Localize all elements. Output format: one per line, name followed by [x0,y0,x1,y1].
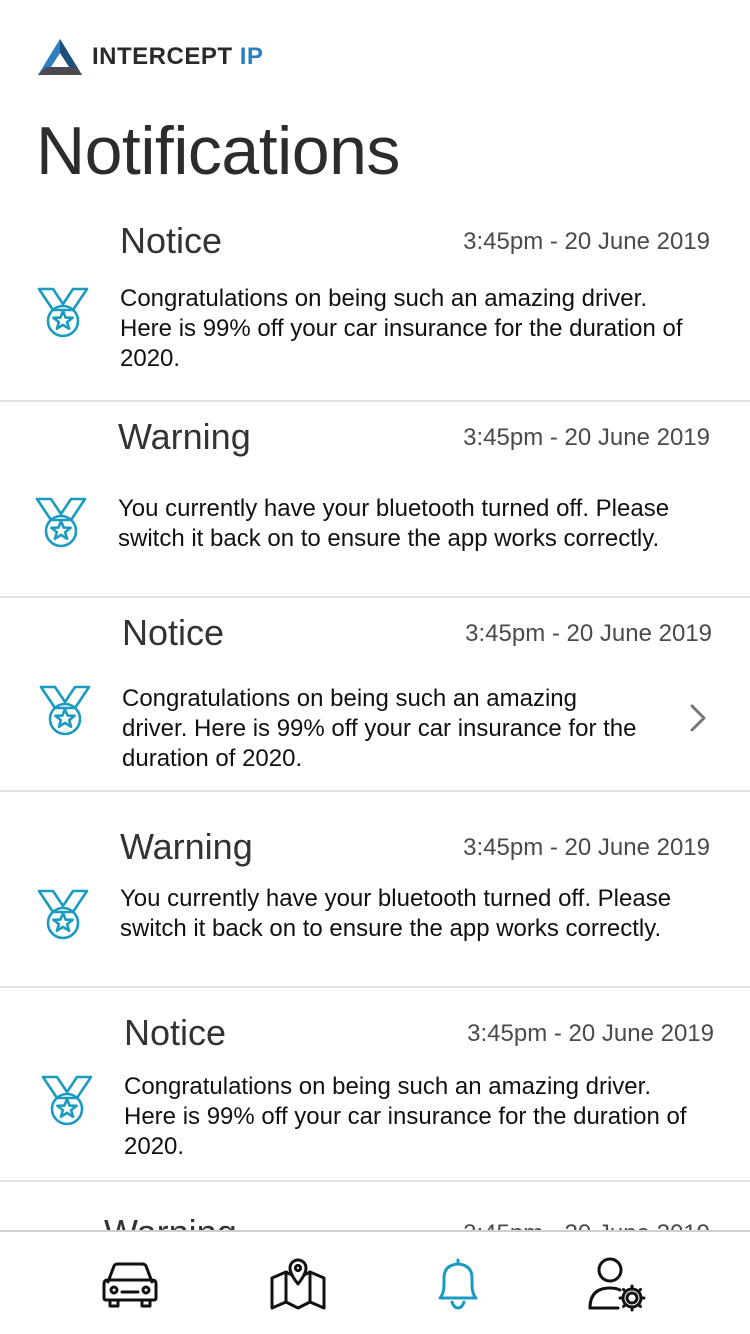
bell-icon [438,1258,478,1310]
bottom-tab-bar [0,1230,750,1334]
medal-icon [34,496,88,550]
user-settings-icon [588,1257,646,1312]
notification-item[interactable]: Warning 3:45pm - 20 June 2019 You curren… [0,402,750,598]
notification-text: Congratulations on being such an amazing… [124,1073,687,1160]
medal-icon [36,286,90,340]
notification-list[interactable]: Notice 3:45pm - 20 June 2019 Congratulat… [0,206,750,1230]
notification-text: Congratulations on being such an amazing… [120,285,683,372]
logo-icon [38,39,82,75]
notification-time: 3:45pm - 20 June 2019 [463,1220,710,1230]
notification-type: Warning [118,416,251,457]
car-icon [102,1262,158,1308]
chevron-right-icon[interactable] [686,702,710,734]
notification-text: Congratulations on being such an amazing… [122,685,637,772]
notification-time: 3:45pm - 20 June 2019 [463,424,710,451]
map-icon [270,1258,326,1310]
notification-item[interactable]: Notice 3:45pm - 20 June 2019 Congratulat… [0,598,750,792]
logo-text: INTERCEPT IP [92,43,264,70]
tab-notifications[interactable] [426,1254,490,1314]
notification-item[interactable]: Warning 3:45pm - 20 June 2019 You curren… [0,792,750,988]
tab-map[interactable] [266,1254,330,1314]
medal-icon [36,888,90,942]
notification-item[interactable]: Notice 3:45pm - 20 June 2019 Congratulat… [0,988,750,1182]
notification-time: 3:45pm - 20 June 2019 [463,834,710,861]
notification-type: Warning [120,826,253,867]
notification-text: You currently have your bluetooth turned… [118,495,670,552]
tab-profile-settings[interactable] [586,1254,650,1314]
notification-time: 3:45pm - 20 June 2019 [465,620,712,647]
notification-time: 3:45pm - 20 June 2019 [467,1020,714,1047]
notification-type: Notice [124,1012,227,1053]
medal-icon [40,1074,94,1128]
notification-text: You currently have your bluetooth turned… [120,885,672,942]
notification-type: Notice [120,220,223,261]
page-title: Notifications [36,113,400,189]
app-logo: INTERCEPT IP [36,36,263,78]
tab-car[interactable] [98,1254,162,1314]
notification-item[interactable]: Warning 3:45pm - 20 June 2019 [0,1182,750,1230]
notification-time: 3:45pm - 20 June 2019 [463,228,710,255]
notification-item[interactable]: Notice 3:45pm - 20 June 2019 Congratulat… [0,206,750,402]
medal-icon [38,684,92,738]
notification-type: Notice [122,612,225,653]
notification-type: Warning [104,1212,237,1230]
